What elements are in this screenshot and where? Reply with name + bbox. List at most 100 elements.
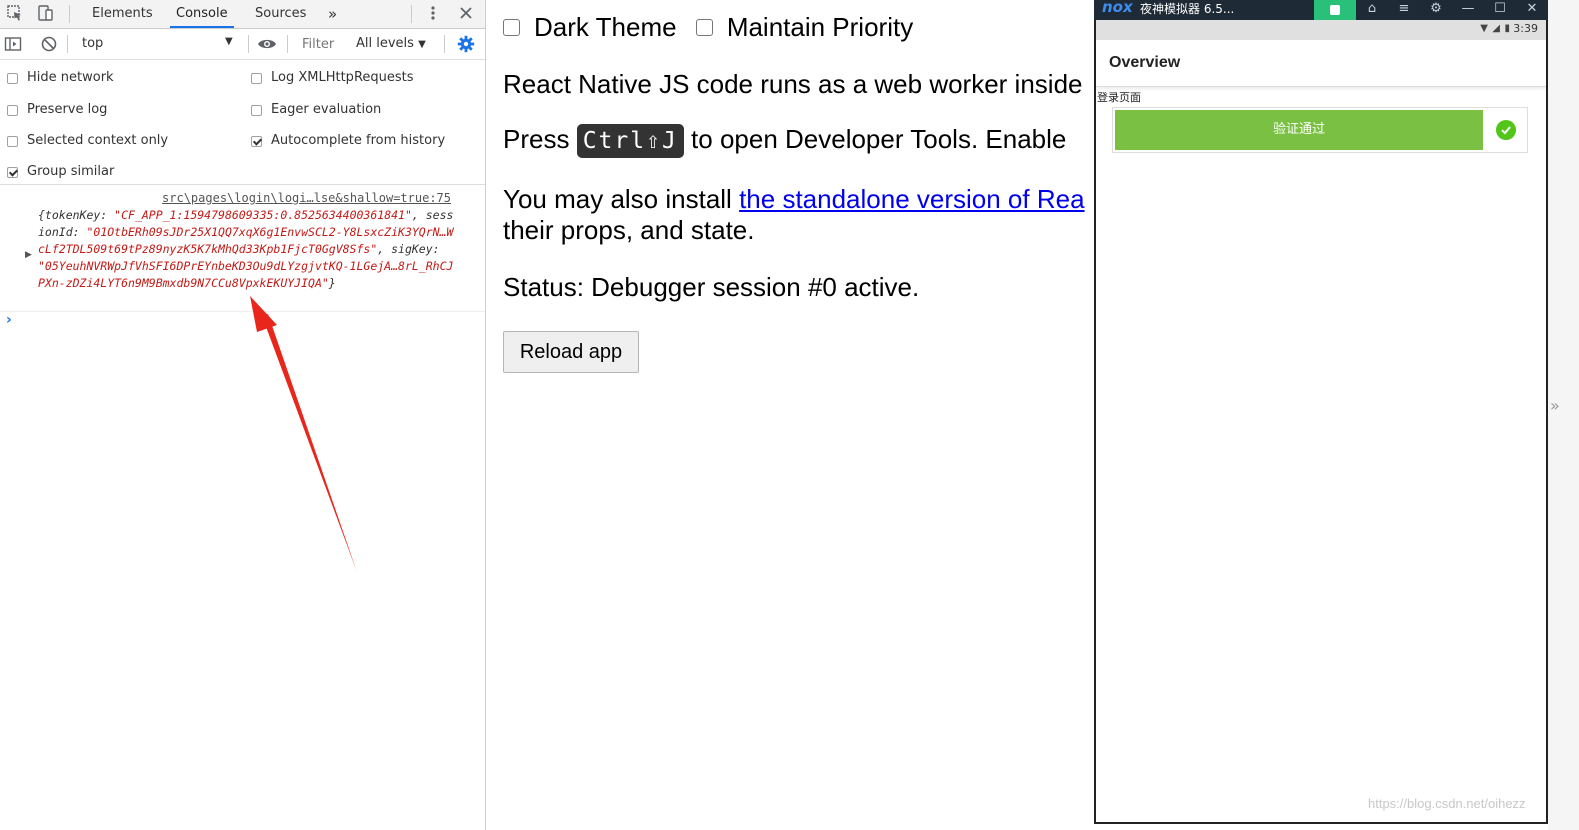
- emulator-app-icon[interactable]: [1314, 0, 1356, 20]
- maintain-priority-label: Maintain Priority: [726, 12, 914, 42]
- shirt-icon[interactable]: ⌂: [1360, 0, 1384, 20]
- device-toolbar-icon[interactable]: [36, 4, 54, 22]
- chevron-down-icon[interactable]: ▼: [225, 36, 233, 47]
- status-time: 3:39: [1513, 22, 1538, 35]
- emulator-screen: ▼ ◢ ▮ 3:39 Overview 登录页面 验证通过: [1094, 20, 1548, 824]
- emulator-side-strip: »: [1548, 0, 1579, 830]
- checkbox[interactable]: [7, 72, 18, 84]
- option-label: Autocomplete from history: [271, 133, 446, 148]
- group-similar-option[interactable]: Group similar: [7, 163, 114, 181]
- battery-icon: ▮: [1504, 23, 1510, 34]
- maximize-icon[interactable]: ☐: [1488, 0, 1512, 20]
- gear-icon[interactable]: [457, 35, 475, 53]
- tab-divider: [411, 5, 412, 23]
- standalone-line: You may also install the standalone vers…: [503, 184, 1085, 215]
- debugger-status: Status: Debugger session #0 active.: [503, 272, 920, 302]
- shortcut-key: Ctrl⇧J: [576, 124, 684, 158]
- login-page-label: 登录页面: [1097, 91, 1141, 104]
- toolbar-divider: [67, 35, 68, 53]
- press-label: Press: [503, 124, 570, 154]
- toolbar-divider: [287, 35, 288, 53]
- app-header: Overview: [1096, 40, 1546, 87]
- more-tabs-icon[interactable]: »: [322, 0, 343, 28]
- chevron-down-icon: ▼: [418, 39, 426, 50]
- eager-evaluation-option[interactable]: Eager evaluation: [251, 101, 381, 119]
- option-label: Selected context only: [27, 133, 169, 148]
- standalone-prefix: You may also install: [503, 184, 732, 214]
- hide-network-option[interactable]: Hide network: [7, 69, 114, 87]
- intro-line: React Native JS code runs as a web worke…: [503, 69, 1083, 99]
- debugger-page: Dark Theme Maintain Priority React Nativ…: [487, 0, 1097, 830]
- source-link[interactable]: src\pages\login\logi…lse&shallow=true:75: [162, 191, 451, 205]
- page-title: Overview: [1109, 54, 1181, 71]
- slider-captcha[interactable]: 验证通过: [1112, 107, 1528, 153]
- reload-app-button[interactable]: Reload app: [503, 331, 639, 373]
- devtools-instruction: Press Ctrl⇧J to open Developer Tools. En…: [503, 124, 1066, 158]
- close-icon[interactable]: [457, 4, 475, 22]
- toolbar-divider: [444, 35, 445, 53]
- expand-sidebar-icon[interactable]: »: [1550, 396, 1560, 415]
- dark-theme-checkbox[interactable]: [503, 18, 520, 36]
- expand-triangle-icon[interactable]: ▶: [25, 250, 32, 260]
- checkbox[interactable]: [251, 72, 262, 84]
- log-levels-select[interactable]: All levels ▼: [356, 29, 426, 59]
- kebab-menu-icon[interactable]: [424, 4, 442, 22]
- autocomplete-option[interactable]: Autocomplete from history: [251, 132, 445, 150]
- eye-icon[interactable]: [257, 35, 277, 53]
- object-key: , sigKey:: [377, 242, 440, 256]
- nox-logo: nox: [1102, 0, 1133, 16]
- standalone-link[interactable]: the standalone version of Rea: [739, 184, 1084, 214]
- tab-divider: [69, 5, 70, 23]
- option-label: Hide network: [27, 70, 114, 85]
- object-close: }: [328, 276, 336, 290]
- tab-elements[interactable]: Elements: [86, 0, 159, 28]
- selected-context-option[interactable]: Selected context only: [7, 132, 168, 150]
- console-settings: Hide network Log XMLHttpRequests Preserv…: [0, 60, 485, 185]
- console-message: src\pages\login\logi…lse&shallow=true:75…: [0, 185, 485, 312]
- sidebar-toggle-icon[interactable]: [4, 35, 22, 53]
- object-key: {tokenKey:: [38, 208, 115, 222]
- inspect-element-icon[interactable]: [6, 4, 24, 22]
- console-toolbar: top ▼ All levels ▼: [0, 29, 485, 60]
- option-label: Eager evaluation: [271, 102, 382, 117]
- watermark: https://blog.csdn.net/oihezz: [1368, 796, 1526, 811]
- context-select[interactable]: top: [72, 33, 238, 55]
- maintain-priority-checkbox[interactable]: [695, 18, 713, 36]
- option-label: Log XMLHttpRequests: [271, 70, 414, 85]
- object-value: "CF_APP_1:1594798609335:0.85256344003618…: [114, 208, 412, 222]
- checkbox-checked[interactable]: [7, 166, 18, 178]
- log-levels-label: All levels: [356, 36, 414, 51]
- preserve-log-option[interactable]: Preserve log: [7, 101, 107, 119]
- minimize-icon[interactable]: —: [1456, 0, 1480, 20]
- settings-icon[interactable]: ⚙: [1424, 0, 1448, 20]
- console-prompt[interactable]: ›: [6, 312, 12, 328]
- option-label: Group similar: [27, 164, 115, 179]
- checkbox-checked[interactable]: [251, 135, 262, 147]
- log-xhr-option[interactable]: Log XMLHttpRequests: [251, 69, 414, 87]
- clear-console-icon[interactable]: [40, 35, 58, 53]
- wifi-icon: ▼: [1480, 23, 1488, 34]
- devtools-panel: Elements Console Sources » top ▼ All lev…: [0, 0, 486, 830]
- checkbox[interactable]: [251, 104, 262, 116]
- tab-sources[interactable]: Sources: [249, 0, 312, 28]
- checkbox[interactable]: [7, 104, 18, 116]
- emulator-titlebar: nox 夜神模拟器 6.5... ⌂ ≡ ⚙ — ☐ ✕: [1094, 0, 1548, 20]
- android-statusbar: ▼ ◢ ▮ 3:39: [1096, 20, 1546, 40]
- close-icon[interactable]: ✕: [1520, 0, 1544, 20]
- check-circle-icon: [1496, 120, 1516, 140]
- standalone-suffix: their props, and state.: [503, 215, 755, 245]
- dark-theme-label: Dark Theme: [534, 12, 677, 42]
- theme-options: Dark Theme Maintain Priority: [503, 12, 913, 43]
- tab-console[interactable]: Console: [170, 0, 234, 28]
- menu-icon[interactable]: ≡: [1392, 0, 1416, 20]
- signal-icon: ◢: [1492, 23, 1500, 34]
- logged-object[interactable]: {tokenKey: "CF_APP_1:1594798609335:0.852…: [38, 207, 458, 292]
- filter-input[interactable]: [292, 34, 362, 54]
- object-value: "05YeuhNVRWpJfVhSFI6DPrEYnbeKD3Ou9dLYzgj…: [38, 259, 454, 290]
- option-label: Preserve log: [27, 102, 108, 117]
- checkbox[interactable]: [7, 135, 18, 147]
- devtools-tabbar: Elements Console Sources »: [0, 0, 485, 29]
- toolbar-divider: [248, 35, 249, 53]
- captcha-progress: 验证通过: [1115, 110, 1483, 150]
- emulator-title: 夜神模拟器 6.5...: [1140, 2, 1235, 16]
